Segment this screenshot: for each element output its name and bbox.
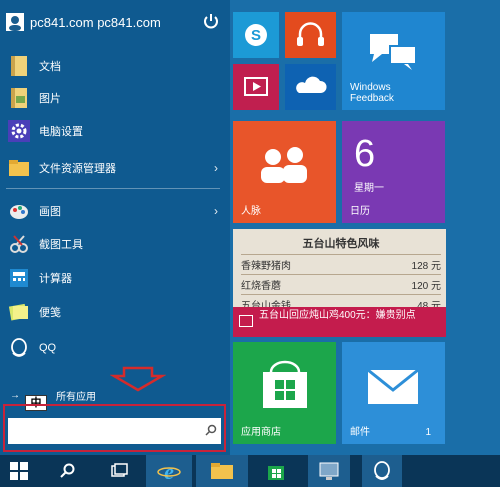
menu-item-label: 文档 bbox=[39, 61, 61, 73]
tile-store[interactable]: 应用商店 bbox=[233, 342, 336, 444]
user-avatar-icon bbox=[6, 13, 24, 31]
tile-label: 人脉 bbox=[241, 206, 261, 217]
food-caption: 五台山回应炖山鸡400元：嫌贵别点 bbox=[259, 310, 416, 321]
tile-onedrive[interactable] bbox=[285, 64, 336, 110]
menu-item-qq[interactable]: QQ bbox=[0, 332, 230, 364]
skype-icon: S bbox=[245, 24, 267, 46]
tile-windows-feedback[interactable]: Windows Feedback bbox=[342, 12, 445, 110]
qq-icon bbox=[7, 336, 31, 360]
menu-item-label: 画图 bbox=[39, 206, 61, 218]
taskbar-file-explorer[interactable] bbox=[196, 455, 248, 487]
menu-item-documents[interactable]: 文档 bbox=[0, 50, 230, 82]
search-icon bbox=[60, 463, 75, 478]
menu-item-sticky-notes[interactable]: 便笺 bbox=[0, 296, 230, 328]
menu-item-paint[interactable]: 画图 › bbox=[0, 195, 230, 227]
documents-icon bbox=[7, 54, 31, 78]
tiles-panel: S Windows Feedback 人脉 6 星期一 日历 五台山特色风味 香 bbox=[230, 0, 500, 455]
snipping-tool-icon bbox=[7, 232, 31, 256]
food-menu: 五台山特色风味 香辣野猪肉128 元 红烧香蘑120 元 五台山金钱48 元 bbox=[241, 235, 441, 314]
tile-food-news[interactable]: 五台山特色风味 香辣野猪肉128 元 红烧香蘑120 元 五台山金钱48 元 五… bbox=[233, 229, 446, 337]
menu-item-snipping-tool[interactable]: 截图工具 bbox=[0, 228, 230, 260]
start-menu: pc841.com pc841.com 文档 图片 电脑设置 文件资源管理器 ›… bbox=[0, 0, 500, 455]
svg-text:S: S bbox=[251, 27, 261, 44]
headphones-icon bbox=[297, 22, 324, 46]
menu-item-label: 图片 bbox=[39, 93, 61, 105]
tile-video[interactable] bbox=[233, 64, 279, 110]
menu-item-label: 截图工具 bbox=[39, 239, 83, 251]
power-icon[interactable] bbox=[202, 12, 220, 30]
qq-icon bbox=[374, 461, 390, 480]
calculator-icon bbox=[7, 266, 31, 290]
tile-label: 邮件 bbox=[350, 427, 370, 438]
cloud-icon bbox=[296, 76, 327, 93]
windows-logo-icon bbox=[10, 462, 28, 480]
sticky-notes-icon bbox=[7, 300, 31, 324]
menu-item-label: 文件资源管理器 bbox=[39, 163, 116, 175]
food-row: 香辣野猪肉 128 元 bbox=[241, 254, 441, 274]
arrow-right-icon: → bbox=[10, 390, 20, 401]
menu-item-calculator[interactable]: 计算器 bbox=[0, 262, 230, 294]
mail-count-badge: 1 bbox=[425, 427, 431, 438]
tile-label: 日历 bbox=[350, 206, 370, 217]
file-explorer-icon bbox=[7, 156, 31, 180]
menu-item-pc-settings[interactable]: 电脑设置 bbox=[0, 115, 230, 147]
menu-item-label: 计算器 bbox=[39, 273, 72, 285]
folder-icon bbox=[211, 463, 233, 479]
svg-text:e: e bbox=[164, 459, 174, 483]
calendar-weekday: 星期一 bbox=[354, 183, 384, 194]
search-input[interactable] bbox=[8, 418, 221, 444]
taskbar: e bbox=[0, 455, 500, 487]
menu-item-file-explorer[interactable]: 文件资源管理器 › bbox=[0, 152, 230, 184]
paint-icon bbox=[7, 199, 31, 223]
food-caption-bar: 五台山回应炖山鸡400元：嫌贵别点 bbox=[233, 307, 446, 337]
internet-explorer-icon: e bbox=[157, 459, 181, 483]
taskbar-pc-settings[interactable] bbox=[308, 455, 350, 487]
news-icon bbox=[239, 315, 253, 327]
taskbar-ie[interactable]: e bbox=[146, 455, 192, 487]
taskbar-store[interactable] bbox=[254, 455, 298, 487]
tile-music[interactable] bbox=[285, 12, 336, 58]
task-view-icon bbox=[111, 463, 128, 477]
search-icon[interactable] bbox=[205, 424, 217, 436]
computer-settings-icon bbox=[319, 462, 339, 480]
chevron-right-icon[interactable]: › bbox=[214, 204, 218, 218]
menu-item-label: QQ bbox=[39, 342, 57, 354]
tile-calendar[interactable]: 6 星期一 日历 bbox=[342, 121, 445, 223]
tile-label: 应用商店 bbox=[241, 427, 281, 438]
taskbar-search-button[interactable] bbox=[52, 455, 82, 487]
store-bag-icon bbox=[268, 466, 284, 480]
start-button[interactable] bbox=[0, 455, 38, 487]
all-apps-label: 所有应用 bbox=[56, 392, 96, 403]
tile-people[interactable]: 人脉 bbox=[233, 121, 336, 223]
divider bbox=[6, 188, 220, 189]
user-name: pc841.com pc841.com bbox=[30, 14, 161, 30]
taskbar-qq[interactable] bbox=[362, 455, 402, 487]
all-apps-link[interactable]: → 所有应用 bbox=[10, 388, 96, 403]
pictures-icon bbox=[7, 86, 31, 110]
video-icon bbox=[244, 77, 268, 96]
menu-item-label: 便笺 bbox=[39, 307, 61, 319]
menu-item-pictures[interactable]: 图片 bbox=[0, 82, 230, 114]
calendar-day: 6 bbox=[354, 133, 376, 175]
user-account[interactable]: pc841.com pc841.com bbox=[6, 10, 161, 34]
tile-mail[interactable]: 邮件 1 bbox=[342, 342, 445, 444]
tile-label: Windows Feedback bbox=[350, 82, 394, 104]
tile-skype[interactable]: S bbox=[233, 12, 279, 58]
menu-item-label: 电脑设置 bbox=[39, 126, 83, 138]
settings-gear-icon bbox=[7, 119, 31, 143]
annotation-arrow-icon bbox=[110, 366, 166, 392]
task-view-button[interactable] bbox=[104, 455, 134, 487]
start-left-panel: pc841.com pc841.com 文档 图片 电脑设置 文件资源管理器 ›… bbox=[0, 0, 230, 455]
food-title: 五台山特色风味 bbox=[302, 238, 380, 250]
chevron-right-icon[interactable]: › bbox=[214, 161, 218, 175]
food-row: 红烧香蘑 120 元 bbox=[241, 274, 441, 294]
